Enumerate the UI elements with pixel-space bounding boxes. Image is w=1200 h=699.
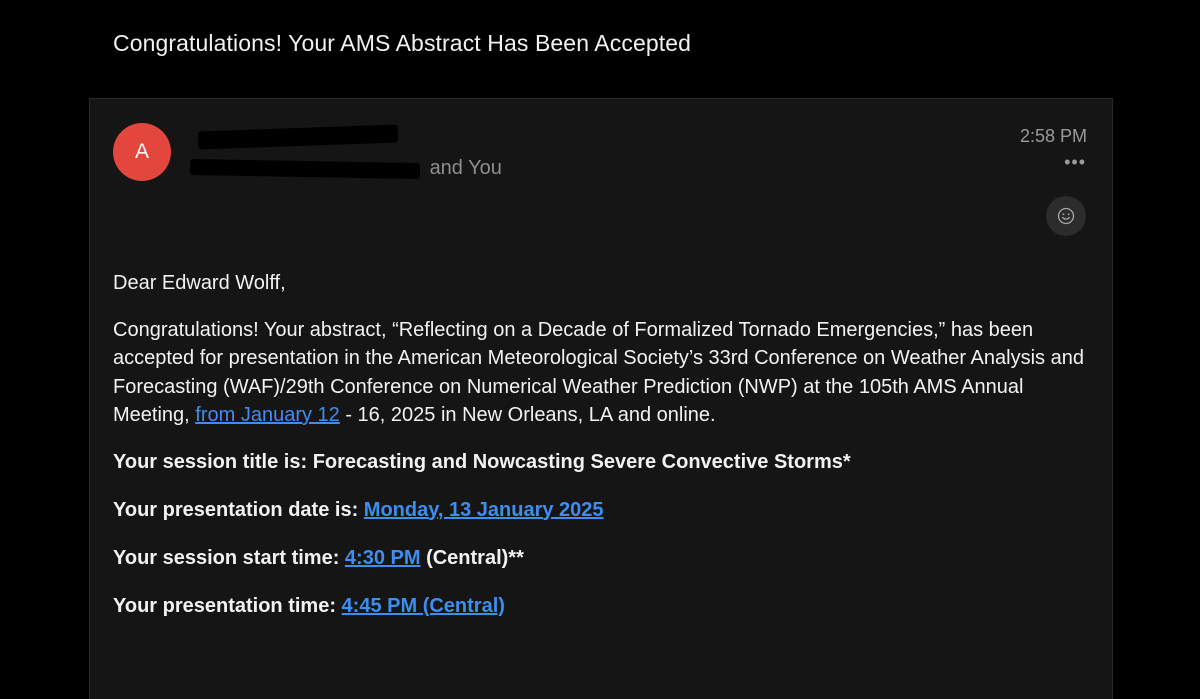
presentation-time-label: Your presentation time: <box>113 594 342 617</box>
presentation-date-link[interactable]: Monday, 13 January 2025 <box>364 499 604 521</box>
session-start-label: Your session start time: <box>113 546 345 569</box>
recipient-line[interactable]: and You <box>188 157 502 180</box>
recipient-suffix: and You <box>429 157 502 179</box>
session-title-line: Your session title is: Forecasting and N… <box>113 448 1088 477</box>
session-title-label: Your session title is: <box>113 450 313 473</box>
acceptance-paragraph: Congratulations! Your abstract, “Reflect… <box>113 316 1088 430</box>
email-time: 2:58 PM <box>1019 126 1087 146</box>
redacted-recipient <box>189 158 421 179</box>
sender-address[interactable] <box>188 124 399 150</box>
date-link[interactable]: from January 12 <box>195 404 340 426</box>
session-title-value: Forecasting and Nowcasting Severe Convec… <box>312 450 851 473</box>
session-start-suffix: (Central)** <box>420 546 524 569</box>
session-start-line: Your session start time: 4:30 PM (Centra… <box>113 544 1088 573</box>
greeting: Dear Edward Wolff, <box>113 272 286 294</box>
email-subject: Congratulations! Your AMS Abstract Has B… <box>113 30 691 56</box>
presentation-time-line: Your presentation time: 4:45 PM (Central… <box>113 592 1088 621</box>
paragraph-text-2: - 16, 2025 in New Orleans, LA and online… <box>339 404 716 426</box>
redacted-sender <box>197 124 399 150</box>
presentation-time-link[interactable]: 4:45 PM (Central) <box>342 595 505 617</box>
avatar-letter: A <box>134 140 149 163</box>
presentation-date-line: Your presentation date is: Monday, 13 Ja… <box>113 496 1088 525</box>
session-start-link[interactable]: 4:30 PM <box>345 547 421 569</box>
sender-avatar[interactable]: A <box>113 123 171 181</box>
email-body: Dear Edward Wolff, Congratulations! Your… <box>113 269 1088 640</box>
add-reaction-button[interactable] <box>1046 196 1086 236</box>
more-options-icon[interactable]: ••• <box>1064 152 1086 173</box>
smiley-icon <box>1057 207 1075 225</box>
presentation-date-label: Your presentation date is: <box>113 498 364 521</box>
